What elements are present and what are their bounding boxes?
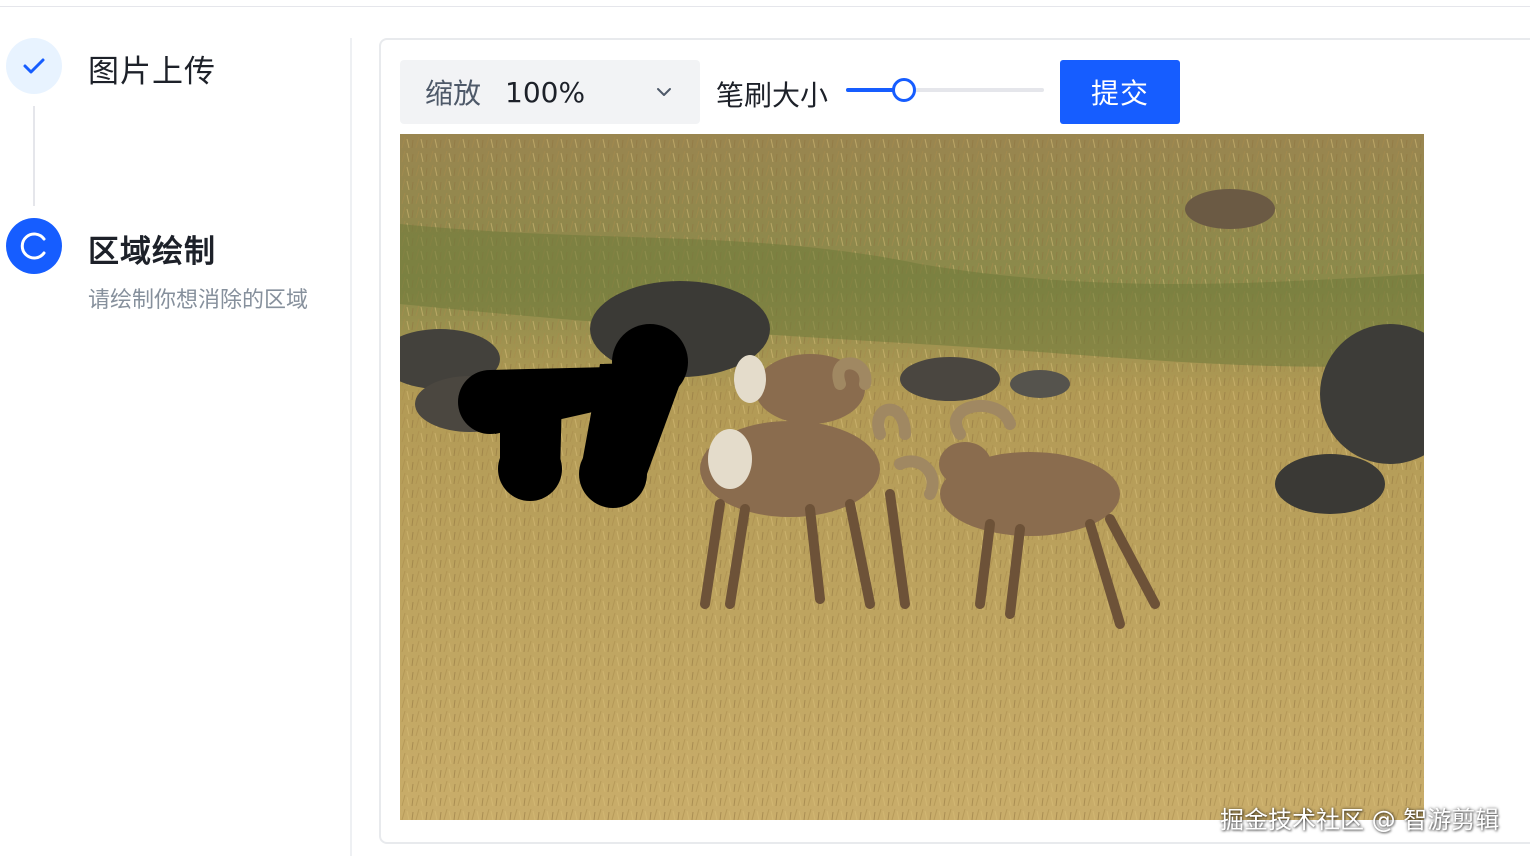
- steps-panel: 图片上传 区域绘制 请绘制你想消除的区域: [0, 0, 350, 856]
- panel-divider: [350, 38, 352, 856]
- step-upload-status: [6, 38, 62, 94]
- submit-button[interactable]: 提交: [1060, 60, 1180, 124]
- photo-bighorn-sheep: [400, 134, 1424, 820]
- step-connector: [33, 106, 35, 206]
- step-draw-title: 区域绘制: [88, 234, 216, 270]
- brush-size-label: 笔刷大小: [716, 79, 829, 112]
- loading-spinner-icon: [20, 232, 46, 260]
- chevron-down-icon: [657, 88, 671, 96]
- step-upload-title: 图片上传: [88, 54, 216, 90]
- step-draw-description: 请绘制你想消除的区域: [88, 288, 309, 313]
- check-icon: [23, 58, 45, 74]
- slider-thumb[interactable]: [892, 78, 917, 102]
- zoom-select[interactable]: 缩放 100%: [400, 60, 700, 124]
- watermark: 掘金技术社区 @ 智游剪辑: [1220, 806, 1500, 834]
- zoom-label: 缩放: [425, 77, 482, 110]
- brush-size-slider[interactable]: [846, 76, 1044, 104]
- zoom-value: 100%: [505, 75, 586, 109]
- drawing-canvas[interactable]: [400, 134, 1424, 820]
- step-draw-status: [6, 218, 62, 274]
